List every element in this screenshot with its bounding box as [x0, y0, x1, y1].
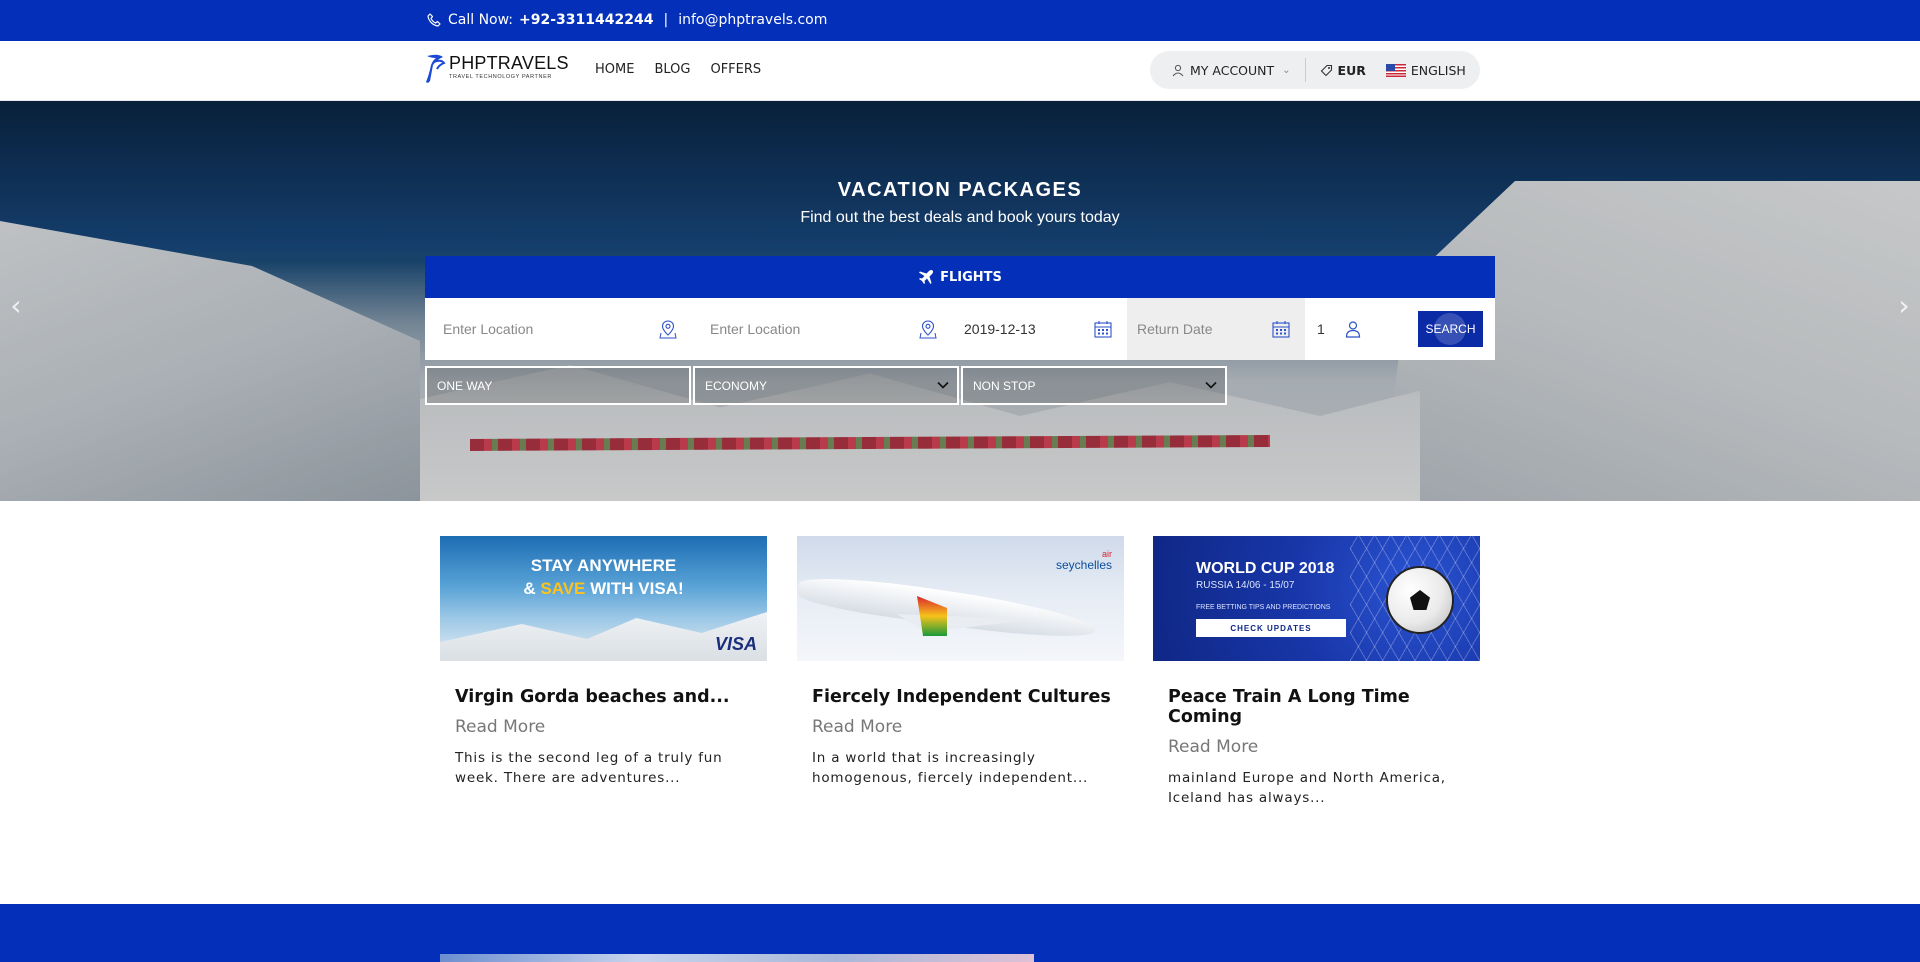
read-more-link[interactable]: Read More	[1168, 737, 1480, 757]
user-icon	[1172, 64, 1184, 76]
location-pin-icon	[919, 320, 937, 339]
contact-info: Call Now: +92-3311442244 | info@phptrave…	[426, 12, 827, 28]
chevron-down-icon	[1205, 381, 1217, 389]
menu-item-offers[interactable]: OFFERS	[710, 62, 761, 77]
departure-date-field[interactable]: 2019-12-13	[952, 298, 1127, 360]
logo-seychelles: seychelles	[1055, 558, 1112, 572]
departure-date-value: 2019-12-13	[964, 321, 1036, 337]
main-nav: PHPTRAVELS TRAVEL TECHNOLOGY PARTNER HOM…	[0, 41, 1920, 101]
passengers-value: 1	[1317, 321, 1325, 337]
logo[interactable]: PHPTRAVELS TRAVEL TECHNOLOGY PARTNER	[424, 53, 570, 87]
calendar-icon	[1272, 321, 1290, 338]
card-excerpt: This is the second leg of a truly fun we…	[455, 750, 723, 786]
featured-image[interactable]	[440, 954, 1034, 962]
card-banner-airline[interactable]: air seychelles	[797, 536, 1124, 661]
trip-type-select[interactable]: ONE WAY	[425, 366, 691, 405]
logo-text: PHPTRAVELS TRAVEL TECHNOLOGY PARTNER	[449, 53, 569, 80]
passengers-field[interactable]: 1	[1305, 298, 1377, 360]
featured-section	[0, 904, 1920, 962]
tab-flights-label: FLIGHTS	[940, 269, 1002, 285]
separator: |	[663, 12, 669, 28]
to-location-field[interactable]: Enter Location	[692, 298, 952, 360]
blog-card[interactable]: air seychelles Fiercely Independent Cult…	[797, 536, 1124, 788]
read-more-link[interactable]: Read More	[455, 717, 767, 737]
us-flag-icon	[1385, 63, 1406, 77]
menu-item-home[interactable]: HOME	[595, 62, 634, 77]
card-banner-world-cup[interactable]: WORLD CUP 2018 RUSSIA 14/06 - 15/07 FREE…	[1153, 536, 1480, 661]
tab-flights[interactable]: FLIGHTS	[425, 256, 1495, 298]
logo-tagline: TRAVEL TECHNOLOGY PARTNER	[449, 74, 552, 80]
chevron-right-icon[interactable]: ›	[1894, 292, 1914, 320]
banner-text-line1: STAY ANYWHERE	[530, 556, 677, 575]
logo-mark-icon	[426, 54, 446, 83]
from-location-placeholder: Enter Location	[443, 321, 534, 337]
search-options: ONE WAY ECONOMY NON STOP	[425, 366, 1227, 405]
my-account-dropdown[interactable]: MY ACCOUNT ⌄	[1172, 63, 1291, 78]
location-pin-icon	[659, 320, 677, 339]
from-location-field[interactable]: Enter Location	[425, 298, 692, 360]
phone-number[interactable]: +92-3311442244	[519, 12, 653, 28]
search-button-label: SEARCH	[1425, 322, 1476, 336]
search-button[interactable]: SEARCH	[1418, 311, 1483, 347]
currency-selector[interactable]: EUR	[1320, 63, 1366, 78]
toolbar-divider	[1304, 58, 1306, 82]
hero-title: VACATION PACKAGES	[837, 179, 1083, 201]
football-icon	[1386, 566, 1454, 634]
banner-amp: &	[523, 579, 541, 598]
banner-small-text: FREE BETTING TIPS AND PREDICTIONS	[1196, 604, 1331, 611]
my-account-label: MY ACCOUNT	[1190, 62, 1275, 78]
language-label: ENGLISH	[1410, 62, 1466, 78]
banner-title: WORLD CUP 2018	[1196, 560, 1335, 577]
blog-card[interactable]: STAY ANYWHERE & SAVE WITH VISA! VISA Vir…	[440, 536, 767, 788]
visa-logo: VISA	[714, 634, 757, 654]
card-excerpt: mainland Europe and North America, Icela…	[1168, 770, 1446, 806]
to-location-placeholder: Enter Location	[710, 321, 801, 337]
person-icon	[1345, 321, 1361, 338]
banner-save: SAVE	[540, 579, 586, 598]
email-link[interactable]: info@phptravels.com	[678, 12, 827, 28]
top-bar: Call Now: +92-3311442244 | info@phptrave…	[0, 0, 1920, 41]
return-date-placeholder: Return Date	[1137, 321, 1213, 337]
plane-icon	[919, 269, 934, 284]
call-label: Call Now:	[448, 12, 514, 28]
card-title[interactable]: Virgin Gorda beaches and...	[455, 687, 755, 707]
cabin-class-select[interactable]: ECONOMY	[693, 366, 959, 405]
account-toolbar: MY ACCOUNT ⌄ EUR ENGLISH	[1150, 51, 1480, 89]
trip-type-value: ONE WAY	[437, 378, 493, 393]
hero-subtitle: Find out the best deals and book yours t…	[800, 209, 1120, 226]
primary-menu: HOME BLOG OFFERS	[595, 62, 761, 77]
card-title[interactable]: Peace Train A Long Time Coming	[1168, 687, 1468, 727]
stops-select[interactable]: NON STOP	[961, 366, 1227, 405]
currency-label: EUR	[1337, 62, 1366, 78]
tag-icon	[1320, 64, 1332, 76]
banner-text-line2: & SAVE WITH VISA!	[440, 579, 767, 599]
check-updates-button[interactable]: CHECK UPDATES	[1196, 619, 1346, 637]
card-excerpt: In a world that is increasingly homogeno…	[812, 750, 1089, 786]
flight-search-form: Enter Location Enter Location 2019-12-13…	[425, 298, 1495, 360]
chevron-down-icon: ⌄	[1282, 64, 1291, 76]
phone-icon	[427, 13, 441, 27]
logo-brand: PHPTRAVELS	[449, 53, 569, 73]
menu-item-blog[interactable]: BLOG	[654, 62, 690, 77]
card-banner-visa[interactable]: STAY ANYWHERE & SAVE WITH VISA! VISA	[440, 536, 767, 661]
language-selector[interactable]: ENGLISH	[1385, 62, 1466, 78]
stops-value: NON STOP	[973, 378, 1036, 393]
airplane-illustration	[797, 570, 1098, 646]
card-title[interactable]: Fiercely Independent Cultures	[812, 687, 1112, 707]
air-seychelles-logo: air seychelles	[1056, 548, 1112, 571]
banner-subtitle: RUSSIA 14/06 - 15/07	[1196, 580, 1295, 591]
cabin-class-value: ECONOMY	[705, 378, 768, 393]
calendar-icon	[1094, 321, 1112, 338]
return-date-field[interactable]: Return Date	[1127, 298, 1305, 360]
blog-card[interactable]: WORLD CUP 2018 RUSSIA 14/06 - 15/07 FREE…	[1153, 536, 1480, 808]
chevron-left-icon[interactable]: ‹	[6, 292, 26, 320]
banner-line2-rest: WITH VISA!	[585, 579, 684, 598]
chevron-down-icon	[937, 381, 949, 389]
read-more-link[interactable]: Read More	[812, 717, 1124, 737]
